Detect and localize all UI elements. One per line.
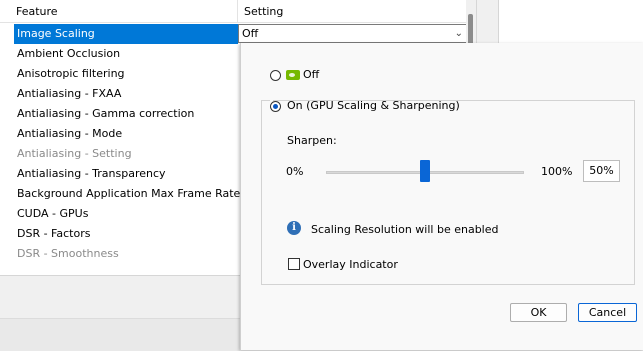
nvidia-icon xyxy=(286,70,300,80)
feature-row[interactable]: DSR - Smoothness xyxy=(14,244,238,264)
column-divider[interactable] xyxy=(237,0,238,22)
sharpen-slider-thumb[interactable] xyxy=(420,160,430,182)
overlay-indicator-checkbox[interactable] xyxy=(288,258,300,270)
feature-row[interactable]: Antialiasing - Gamma correction xyxy=(14,104,238,124)
feature-row[interactable]: Antialiasing - Setting xyxy=(14,144,238,164)
setting-dropdown-value: Off xyxy=(242,27,259,40)
slider-max-label: 100% xyxy=(541,165,573,178)
option-off-label: Off xyxy=(303,68,320,81)
feature-row[interactable]: DSR - Factors xyxy=(14,224,238,244)
bottom-panel xyxy=(0,318,240,351)
ok-button[interactable]: OK xyxy=(510,303,567,322)
option-on-label: On (GPU Scaling & Sharpening) xyxy=(287,99,460,112)
feature-row[interactable]: Antialiasing - Mode xyxy=(14,124,238,144)
info-text: Scaling Resolution will be enabled xyxy=(311,223,499,236)
slider-min-label: 0% xyxy=(286,165,304,178)
radio-on[interactable] xyxy=(270,101,281,112)
radio-off[interactable] xyxy=(270,70,281,81)
feature-row[interactable]: Anisotropic filtering xyxy=(14,64,238,84)
feature-row[interactable]: CUDA - GPUs xyxy=(14,204,238,224)
side-panel xyxy=(498,0,643,45)
feature-row[interactable]: Antialiasing - FXAA xyxy=(14,84,238,104)
table-header: Feature Setting xyxy=(0,0,466,23)
feature-row[interactable]: Antialiasing - Transparency xyxy=(14,164,238,184)
sharpen-label: Sharpen: xyxy=(287,134,337,147)
overlay-indicator-label[interactable]: Overlay Indicator xyxy=(303,258,398,271)
setting-dropdown[interactable]: Off ⌄ xyxy=(238,24,468,43)
cancel-button[interactable]: Cancel xyxy=(578,303,637,322)
scrollbar-thumb[interactable] xyxy=(468,14,473,46)
column-header-setting[interactable]: Setting xyxy=(244,5,283,18)
sharpen-value-field[interactable]: 50% xyxy=(583,160,620,182)
chevron-down-icon[interactable]: ⌄ xyxy=(455,25,463,42)
option-on[interactable]: On (GPU Scaling & Sharpening) xyxy=(270,99,460,115)
column-header-feature[interactable]: Feature xyxy=(16,5,58,18)
feature-row[interactable]: Image Scaling xyxy=(14,24,238,44)
image-scaling-popup: Off On (GPU Scaling & Sharpening) Sharpe… xyxy=(240,43,643,350)
info-icon: i xyxy=(287,221,301,235)
feature-row[interactable]: Background Application Max Frame Rate xyxy=(14,184,240,204)
feature-row[interactable]: Ambient Occlusion xyxy=(14,44,238,64)
